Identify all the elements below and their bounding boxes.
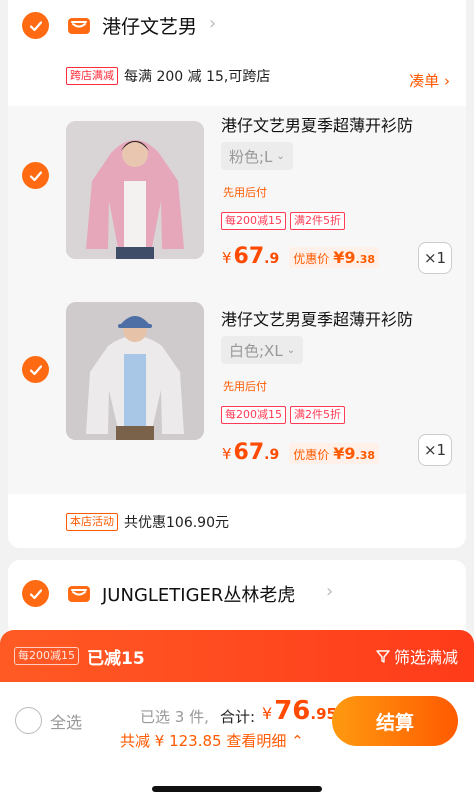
- discount-price-badge: 优惠价 ¥9 .38: [289, 443, 380, 464]
- shop-icon: [68, 18, 90, 34]
- promo-tags: 每200减15 满2件5折: [221, 406, 345, 424]
- price-decimal: .9: [264, 447, 280, 463]
- cross-store-promo-row: 跨店满减 每满 200 减 15,可跨店 凑单 ›: [8, 56, 466, 96]
- pink-hoodie-product-photo: [66, 121, 204, 259]
- store-card-1: 港仔文艺男 › 跨店满减 每满 200 减 15,可跨店 凑单 › 港仔文艺男夏…: [8, 0, 466, 548]
- sku-selector[interactable]: 粉色;L ⌄: [221, 142, 293, 170]
- check-icon: [29, 170, 42, 181]
- promo-tag: 满2件5折: [290, 406, 345, 424]
- promo-tags: 每200减15 满2件5折: [221, 212, 345, 230]
- check-icon: [29, 364, 42, 375]
- checkout-bar: 全选 已选 3 件, 合计: ¥ 76 .95 共减 ¥ 123.85 查看明细…: [0, 682, 474, 800]
- select-all-radio[interactable]: [15, 707, 42, 734]
- promo-tag: 满2件5折: [290, 212, 345, 230]
- item-checkbox-checked[interactable]: [22, 162, 49, 189]
- collect-order-link[interactable]: 凑单 ›: [409, 70, 450, 91]
- store-name[interactable]: 港仔文艺男: [102, 12, 197, 39]
- total-price: ¥ 76 .95: [262, 696, 337, 726]
- discount-integer: ¥9: [333, 248, 356, 267]
- chevron-down-icon: ⌄: [276, 150, 285, 162]
- saving-details-link[interactable]: 共减 ¥ 123.85 查看明细 ⌃: [120, 730, 304, 751]
- price-integer: 67: [233, 244, 265, 269]
- store-name[interactable]: JUNGLETIGER丛林老虎: [102, 581, 295, 607]
- total-currency: ¥: [262, 704, 273, 723]
- cart-item-2: 港仔文艺男夏季超薄开衫防 白色;XL ⌄ 先用后付 每200减15 满2件5折 …: [8, 300, 466, 494]
- price-integer: 67: [233, 440, 265, 465]
- store-activity-text: 共优惠106.90元: [124, 515, 229, 531]
- discount-integer: ¥9: [333, 444, 356, 463]
- filter-icon: [376, 650, 390, 663]
- price-group: ¥ 67 .9 优惠价 ¥9 .38: [222, 440, 380, 465]
- sku-text: 粉色;L: [229, 147, 273, 166]
- filter-discount-button[interactable]: 筛选满减: [376, 644, 458, 668]
- cross-store-promo-text: 每满 200 减 15,可跨店: [124, 69, 271, 85]
- discount-label: 优惠价: [293, 448, 330, 462]
- white-hoodie-product-photo: [66, 302, 204, 440]
- pay-later-label: 先用后付: [223, 186, 267, 199]
- discount-applied-text: 已减15: [87, 648, 145, 669]
- product-title[interactable]: 港仔文艺男夏季超薄开衫防: [221, 112, 451, 136]
- discount-label: 优惠价: [293, 252, 330, 266]
- total-integer: 76: [274, 696, 311, 726]
- store-checkbox-checked[interactable]: [22, 580, 49, 607]
- chevron-right-icon[interactable]: ›: [209, 13, 216, 34]
- price-currency: ¥: [222, 445, 232, 463]
- chevron-right-icon[interactable]: ›: [326, 581, 333, 602]
- sku-selector[interactable]: 白色;XL ⌄: [221, 336, 304, 364]
- store-checkbox-checked[interactable]: [22, 12, 49, 39]
- discount-tag: 每200减15: [14, 647, 79, 665]
- selected-count: 已选 3 件,: [140, 708, 209, 726]
- select-all-toggle[interactable]: 全选: [15, 707, 82, 734]
- shop-icon: [68, 586, 90, 602]
- filter-label: 筛选满减: [393, 648, 458, 667]
- quantity-stepper[interactable]: ×1: [418, 242, 452, 274]
- select-all-label: 全选: [50, 712, 83, 732]
- chevron-down-icon: ⌄: [286, 344, 296, 356]
- store-activity-row: 本店活动 共优惠106.90元: [8, 506, 466, 538]
- product-title[interactable]: 港仔文艺男夏季超薄开衫防: [221, 306, 451, 330]
- discount-decimal: .38: [355, 253, 376, 266]
- sku-text: 白色;XL: [229, 341, 283, 360]
- product-image[interactable]: [66, 302, 204, 440]
- promo-tag: 每200减15: [221, 212, 286, 230]
- checkout-button[interactable]: 结算: [332, 696, 458, 746]
- cart-item-1: 港仔文艺男夏季超薄开衫防 粉色;L ⌄ 先用后付 每200减15 满2件5折 ¥…: [8, 106, 466, 300]
- quantity-stepper[interactable]: ×1: [418, 434, 452, 466]
- check-icon: [29, 20, 42, 31]
- price-currency: ¥: [222, 249, 232, 267]
- item-checkbox-checked[interactable]: [22, 356, 49, 383]
- discount-price-badge: 优惠价 ¥9 .38: [289, 247, 380, 268]
- cross-store-tag: 跨店满减: [66, 67, 118, 85]
- discount-decimal: .38: [355, 449, 376, 462]
- product-image[interactable]: [66, 121, 204, 259]
- price-group: ¥ 67 .9 优惠价 ¥9 .38: [222, 244, 380, 269]
- pay-later-label: 先用后付: [223, 380, 267, 393]
- promo-tag: 每200减15: [221, 406, 286, 424]
- store-activity-tag: 本店活动: [66, 513, 118, 531]
- discount-summary-bar: 每200减15 已减15 筛选满减: [0, 630, 474, 682]
- total-label: 合计:: [220, 708, 256, 726]
- home-indicator: [152, 786, 322, 792]
- price-decimal: .9: [264, 251, 280, 267]
- check-icon: [29, 588, 42, 599]
